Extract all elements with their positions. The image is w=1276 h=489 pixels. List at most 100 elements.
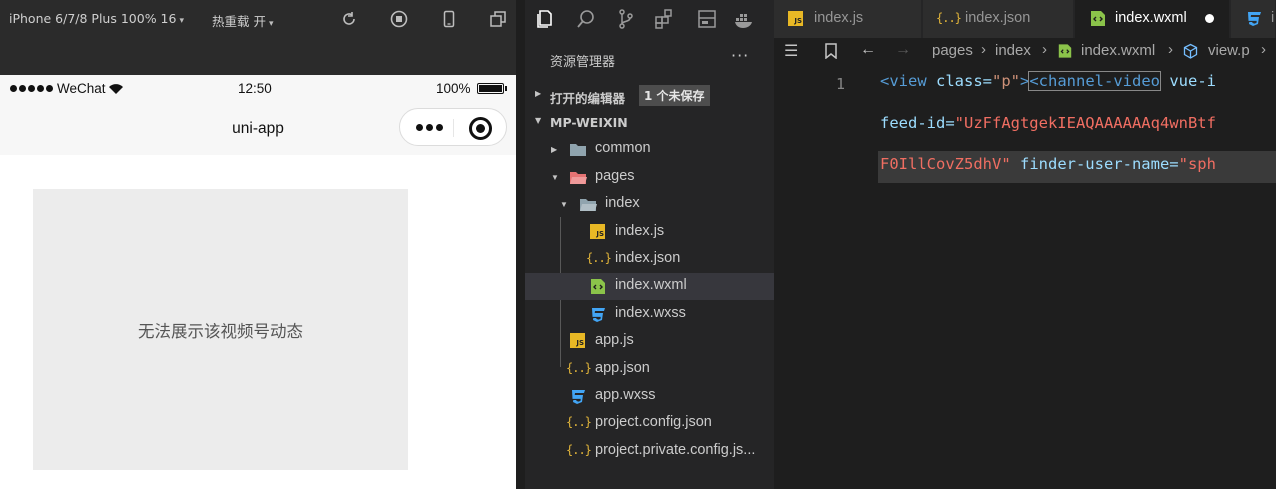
breadcrumb-file[interactable]: index.wxml [1081,42,1155,59]
files-icon[interactable] [534,8,556,30]
forward-arrow-icon[interactable]: → [895,41,911,59]
breadcrumb-index[interactable]: index [995,42,1031,59]
hot-reload-label: 热重载 开 [212,14,266,29]
layout-icon[interactable] [696,8,718,30]
code-token: "UzFfAgtgekIEAQAAAAAAq4wnBtf [954,114,1216,132]
activity-bar [525,0,774,38]
carrier-label: WeChat [57,81,106,96]
unsaved-dot-icon[interactable] [1205,14,1214,23]
js-file-icon: JS [570,333,588,350]
capsule-divider [453,119,454,137]
code-token: feed-id= [880,114,955,132]
json-file-icon: {..} [566,415,592,429]
tab-label: index.js [814,10,864,26]
panel-divider[interactable] [516,0,525,489]
code-line-1[interactable]: <view class="p"><channel-video vue-i [880,71,1216,91]
tree-item-label: app.json [595,360,650,376]
project-section[interactable]: ▼ MP-WEIXIN [525,109,774,135]
docker-icon[interactable] [733,8,755,30]
breadcrumb: ☰ ← → pages › index › index.wxml › view.… [774,38,1276,66]
back-arrow-icon[interactable]: ← [860,41,876,59]
tree-item-index-wxml[interactable]: index.wxml [525,273,774,300]
device-selector[interactable]: iPhone 6/7/8 Plus 100% 16 ▾ [9,11,184,26]
tab-index-json[interactable]: {..} index.json [923,0,1074,38]
stop-icon[interactable] [389,9,409,29]
tree-item-index-js[interactable]: JS index.js [525,219,774,246]
open-editors-section[interactable]: ▶ 打开的编辑器 1 个未保存 [525,82,774,108]
chevron-right-icon: ▶ [551,145,558,154]
tree-item-label: common [595,140,651,156]
battery-icon [476,83,507,94]
more-actions-icon[interactable]: ··· [731,46,749,65]
tree-item-project-private-config[interactable]: {..} project.private.config.js... [525,438,774,465]
chevron-down-icon: ▼ [560,200,568,209]
tree-item-index-wxss[interactable]: index.wxss [525,301,774,328]
tree-item-pages[interactable]: ▼ pages [525,164,774,191]
status-bar: WeChat 12:50 100% [0,75,516,103]
battery-indicator: 100% [436,81,507,96]
js-file-icon: JS [590,224,608,241]
chevron-right-icon: › [981,41,986,58]
code-line-1-wrap-2[interactable]: feed-id="UzFfAgtgekIEAQAAAAAAq4wnBtf [880,114,1216,132]
js-file-icon: JS [788,11,803,26]
json-file-icon: {..} [566,443,592,457]
signal-carrier: WeChat [10,81,124,96]
battery-percent: 100% [436,81,471,96]
channel-video-placeholder: 无法展示该视频号动态 [33,189,408,470]
tab-index-wxss[interactable]: i [1231,0,1276,38]
signal-icon [10,85,53,92]
extensions-icon[interactable] [653,8,675,30]
tree-item-label: pages [595,168,635,184]
device-label: iPhone 6/7/8 Plus 100% 16 [9,11,177,26]
line-number: 1 [836,75,846,93]
explorer-sidebar: 资源管理器 ··· ▶ 打开的编辑器 1 个未保存 ▼ MP-WEIXIN ▶ … [525,38,774,489]
phone-icon[interactable] [439,9,459,29]
list-icon[interactable]: ☰ [784,41,798,61]
chevron-right-icon: › [1042,41,1047,58]
tree-item-label: index.wxml [615,277,687,293]
simulator-toolbar: iPhone 6/7/8 Plus 100% 16 ▾ 热重载 开 ▾ [0,0,516,38]
tab-label: index.json [965,10,1031,26]
detach-window-icon[interactable] [488,9,508,29]
simulator-panel: iPhone 6/7/8 Plus 100% 16 ▾ 热重载 开 ▾ WeChat… [0,0,516,489]
cube-icon [1183,43,1198,59]
tree-item-label: index.js [615,223,665,239]
tab-label: index.wxml [1115,10,1187,26]
wifi-icon [108,83,123,94]
chevron-right-icon: › [1168,41,1173,58]
devtools-window: iPhone 6/7/8 Plus 100% 16 ▾ 热重载 开 ▾ WeChat… [0,0,1276,489]
breadcrumb-pages[interactable]: pages [932,42,973,59]
open-editors-label: 打开的编辑器 [550,91,626,106]
video-unavailable-message: 无法展示该视频号动态 [138,322,303,341]
code-token: class= [926,72,992,90]
unsaved-badge: 1 个未保存 [639,85,710,106]
code-token: > [1020,72,1030,90]
tree-item-index-folder[interactable]: ▼ index [525,191,774,218]
phone-screen: WeChat 12:50 100% uni-app 无法展示该视频号动态 [0,75,516,489]
tree-item-app-js[interactable]: JS app.js [525,328,774,355]
search-icon[interactable] [575,8,597,30]
more-icon[interactable] [416,124,443,131]
status-time: 12:50 [238,81,272,96]
tree-item-project-config[interactable]: {..} project.config.json [525,410,774,437]
code-line-1-wrap-3[interactable]: F0IllCovZ5dhV" finder-user-name="sph [880,155,1216,173]
tab-index-js[interactable]: JS index.js [774,0,922,38]
tree-item-app-json[interactable]: {..} app.json [525,356,774,383]
chevron-down-icon: ▾ [268,19,274,29]
close-program-icon[interactable] [469,117,492,140]
tree-item-common[interactable]: ▶ common [525,136,774,163]
breadcrumb-symbol[interactable]: view.p [1208,42,1250,59]
tab-index-wxml[interactable]: index.wxml [1075,0,1230,38]
source-control-icon[interactable] [615,8,637,30]
editor-tabs: JS index.js {..} index.json index.wxml i [774,0,1276,38]
tree-item-app-wxss[interactable]: app.wxss [525,383,774,410]
bookmark-icon[interactable] [824,43,838,59]
css-file-icon [572,390,585,404]
chevron-down-icon: ▼ [535,116,542,125]
refresh-icon[interactable] [339,9,359,29]
wxml-file-icon [1091,11,1105,26]
tree-item-label: app.js [595,332,634,348]
code-editor[interactable]: ☰ ← → pages › index › index.wxml › view.… [774,38,1276,489]
tree-item-index-json[interactable]: {..} index.json [525,246,774,273]
hot-reload-toggle[interactable]: 热重载 开 ▾ [212,11,274,30]
